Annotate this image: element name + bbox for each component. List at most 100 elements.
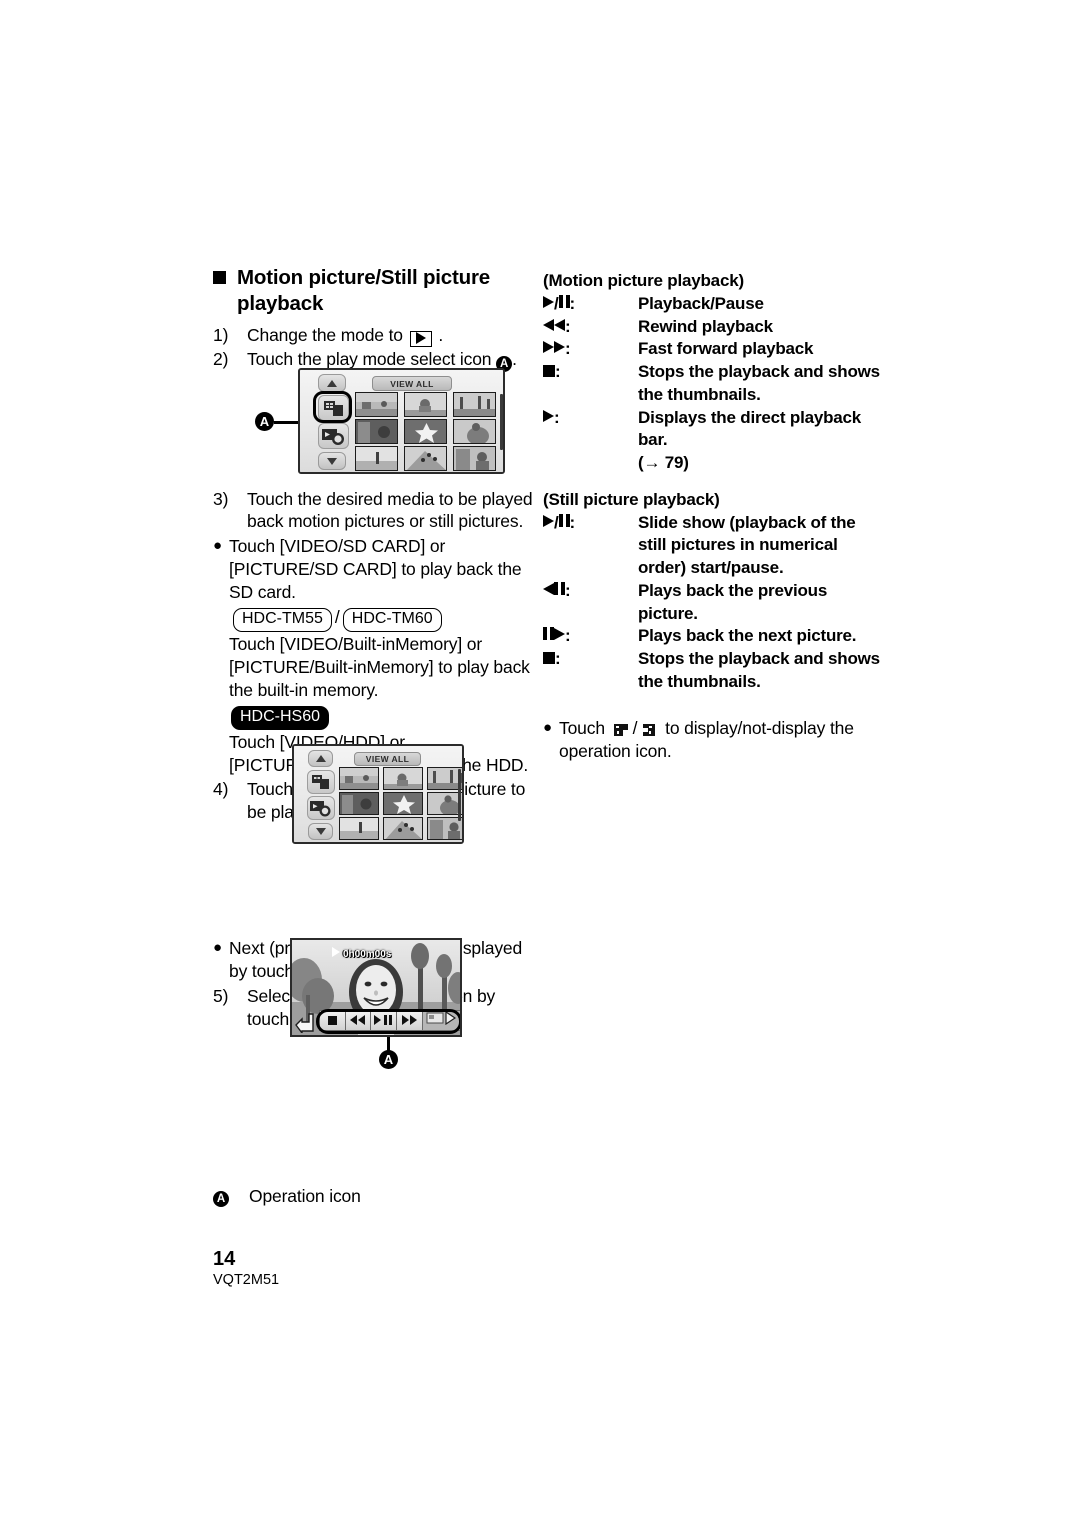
- thumbnail-9[interactable]: [453, 446, 496, 471]
- hide-operation-icon: [640, 720, 657, 736]
- motion-row-ff-text: Fast forward playback: [638, 339, 814, 359]
- thumbnail-2-2[interactable]: [383, 767, 423, 790]
- next-picture-bars-icon: [543, 627, 554, 641]
- thumbnail-2[interactable]: [404, 392, 447, 417]
- step-1: 1) Change the mode to .: [213, 324, 535, 347]
- note-text-before: Touch: [559, 717, 605, 738]
- step-1-text-after: .: [438, 324, 444, 345]
- playback-timecode: 0h00m00s: [332, 947, 391, 960]
- still-stop-icon-key: :: [543, 648, 638, 694]
- play-mode-glyph-1: [322, 429, 344, 445]
- still-row-slideshow: /: Slide show (playback of the still pic…: [543, 512, 888, 580]
- play-icon: [543, 295, 554, 308]
- step-2-number: 2): [213, 348, 229, 369]
- scroll-down-button-1[interactable]: [318, 452, 346, 470]
- video-playback-frame: 0h00m00s: [290, 938, 462, 1037]
- thumbnail-2-8[interactable]: [383, 817, 423, 840]
- thumbnail-image-8: [405, 447, 446, 470]
- thumbnail-1[interactable]: [355, 392, 398, 417]
- thumbnail-2-image-2: [384, 768, 422, 789]
- play-pause-icon-key: /:: [543, 293, 638, 316]
- pause-icon: [558, 294, 570, 308]
- scroll-up-button-1[interactable]: [318, 374, 346, 392]
- motion-row-rewind-text: Rewind playback: [638, 316, 773, 336]
- thumbnail-5[interactable]: [404, 419, 447, 444]
- page-footer: 14 VQT2M51: [213, 1248, 279, 1289]
- slideshow-pause-icon: [558, 513, 570, 527]
- thumbnail-4[interactable]: [355, 419, 398, 444]
- note-separator: /: [632, 717, 638, 738]
- step-1-number: 1): [213, 324, 229, 345]
- thumbnail-8[interactable]: [404, 446, 447, 471]
- thumbnail-2-image-5: [384, 793, 422, 814]
- text-built-in-memory: Touch [VIDEO/Built-inMemory] or [PICTURE…: [229, 634, 530, 700]
- play-mode-select-icon-1[interactable]: [318, 423, 349, 449]
- thumbnail-image-1: [356, 393, 397, 416]
- return-icon[interactable]: [295, 1013, 314, 1035]
- show-operation-glyph: [613, 723, 628, 736]
- callout-marker-a-caption: A: [213, 1190, 229, 1207]
- model-badge-hs-row: HDC-HS60: [213, 703, 535, 731]
- illustration-1-callout-a: A: [255, 412, 274, 431]
- motion-row-play-pause: /: Playback/Pause: [543, 293, 888, 316]
- step-3-number: 3): [213, 488, 229, 509]
- step-3: 3) Touch the desired media to be played …: [213, 488, 535, 534]
- scrollbar-2[interactable]: [458, 769, 461, 821]
- illustration-playback-screen: 0h00m00s A: [290, 938, 465, 1069]
- scroll-down-button-2[interactable]: [308, 823, 333, 840]
- thumbnail-3[interactable]: [453, 392, 496, 417]
- illustration-1-leader-line: [274, 421, 298, 424]
- motion-row-direct-bar-ref: (→ 79): [638, 453, 689, 473]
- model-badges-tm: HDC-TM55/HDC-TM60: [213, 605, 535, 633]
- caption-marker-wrap: A: [213, 1185, 229, 1208]
- thumbnail-2-1[interactable]: [339, 767, 379, 790]
- thumbnail-image-5: [405, 420, 446, 443]
- media-select-icon-2[interactable]: [307, 770, 335, 794]
- play-mode-select-icon-2[interactable]: [307, 796, 335, 820]
- view-all-button-2[interactable]: VIEW ALL: [354, 752, 421, 766]
- return-glyph: [295, 1013, 314, 1035]
- view-all-button-1[interactable]: VIEW ALL: [372, 376, 452, 391]
- thumbnail-2-5[interactable]: [383, 792, 423, 815]
- thumbnail-2-4[interactable]: [339, 792, 379, 815]
- motion-row-direct-bar: : Displays the direct playback bar.: [543, 407, 888, 453]
- thumbnail-2-image-4: [340, 793, 378, 814]
- play-indicator-icon: [332, 947, 340, 957]
- operation-bar-highlight: [316, 1009, 460, 1034]
- previous-picture-arrow-icon: [543, 582, 554, 595]
- scroll-up-button-2[interactable]: [308, 750, 333, 767]
- previous-picture-bars-icon: [554, 581, 565, 595]
- still-row-stop: : Stops the playback and shows the thumb…: [543, 648, 888, 694]
- scrollbar-1[interactable]: [500, 394, 503, 450]
- thumbnail-image-7: [356, 447, 397, 470]
- round-bullet-icon-2: ●: [213, 939, 222, 957]
- manual-page: Motion picture/Still picture playback 1)…: [0, 0, 1080, 1526]
- still-row-next: : Plays back the next picture.: [543, 625, 888, 648]
- model-badge-hdc-hs60: HDC-HS60: [231, 706, 330, 731]
- round-bullet-icon: ●: [213, 537, 222, 555]
- still-row-slideshow-text: Slide show (playback of the still pictur…: [638, 512, 856, 578]
- fast-forward-icon-2: [554, 341, 565, 354]
- thumbnail-7[interactable]: [355, 446, 398, 471]
- thumbnail-6[interactable]: [453, 419, 496, 444]
- illustration-thumbnail-screen-2: VIEW ALL: [292, 744, 464, 846]
- thumbnail-2-7[interactable]: [339, 817, 379, 840]
- fast-forward-icon-1: [543, 341, 554, 354]
- previous-picture-icon-key: :: [543, 580, 638, 626]
- thumbnail-image-6: [454, 420, 495, 443]
- illustration-thumbnail-screen-1: A VIEW ALL: [255, 368, 505, 476]
- section-heading: Motion picture/Still picture playback: [213, 265, 535, 317]
- motion-row-stop: : Stops the playback and shows the thumb…: [543, 361, 888, 407]
- bullet-sd-card-text: Touch [VIDEO/SD CARD] or [PICTURE/SD CAR…: [229, 536, 522, 602]
- still-row-stop-text: Stops the playback and shows the thumbna…: [638, 649, 880, 692]
- motion-row-stop-text: Stops the playback and shows the thumbna…: [638, 362, 880, 404]
- thumbnail-2-image-9: [428, 818, 462, 839]
- fast-forward-icon-key: :: [543, 338, 638, 361]
- stop-icon-key: :: [543, 361, 638, 407]
- operation-icon-toggle-note: ● Touch / to display/not-display the ope…: [543, 717, 888, 763]
- square-bullet-icon: [213, 271, 226, 284]
- playback-callout-a: A: [379, 1050, 398, 1069]
- thumbnail-image-9: [454, 447, 495, 470]
- rewind-icon-key: :: [543, 316, 638, 339]
